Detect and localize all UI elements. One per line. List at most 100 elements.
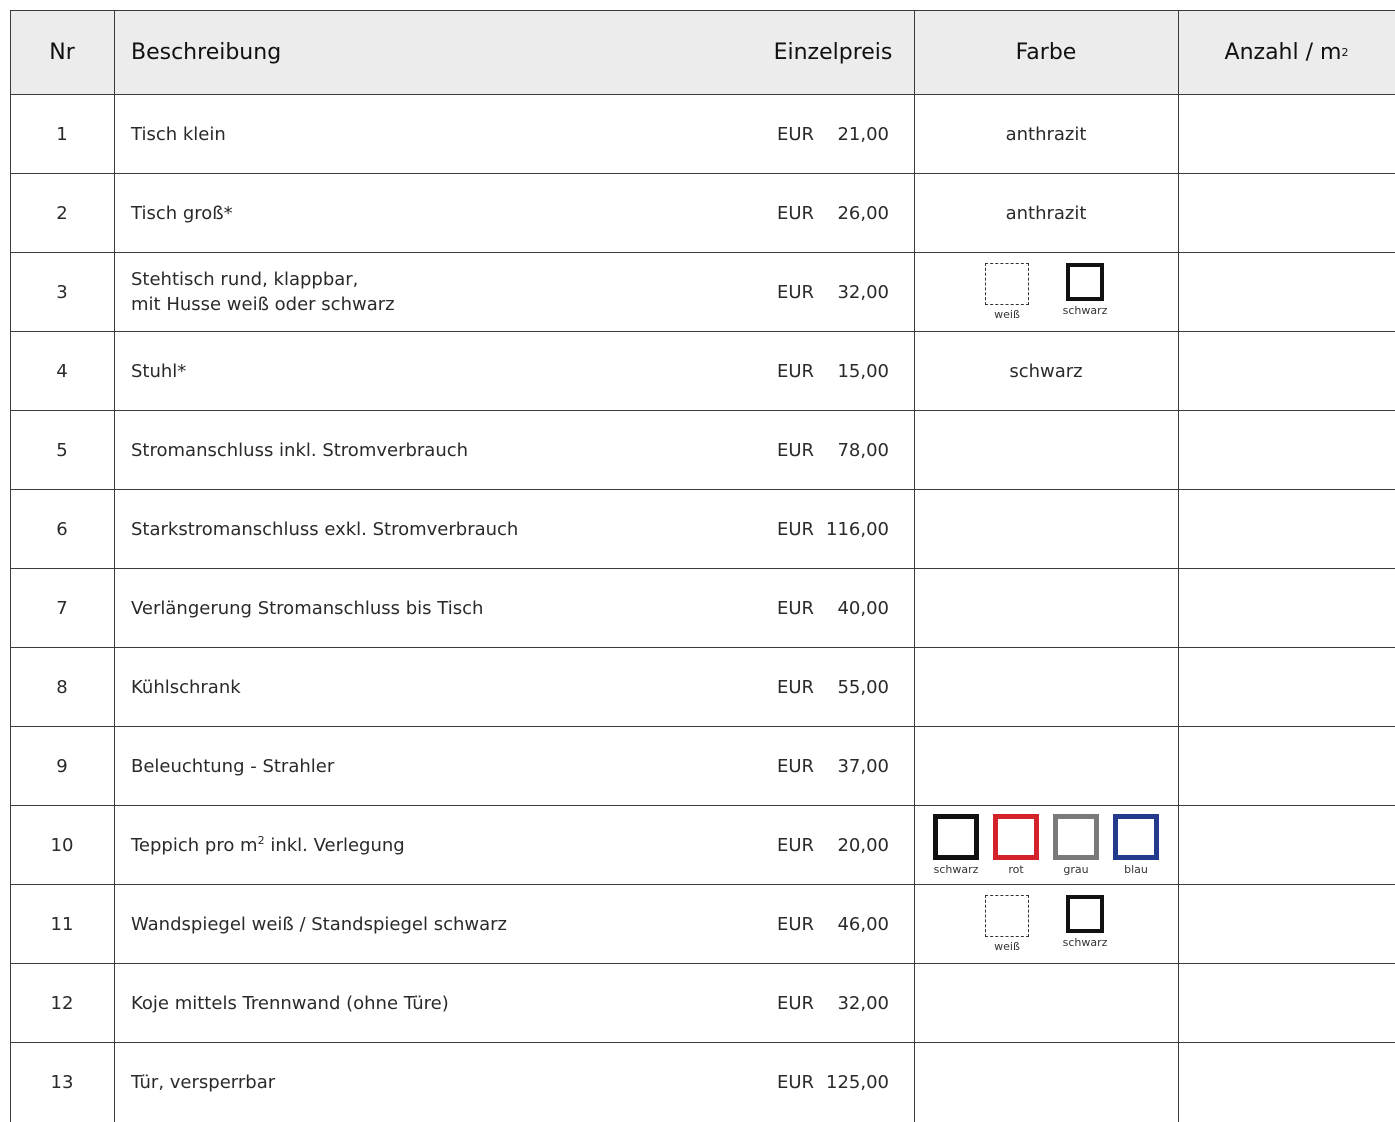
table-row: 11 Wandspiegel weiß / Standspiegel schwar… (10, 884, 1395, 963)
table-row: 12 Koje mittels Trennwand (ohne Türe) EUR 3… (10, 963, 1395, 1042)
row-anzahl[interactable] (1178, 569, 1395, 647)
row-description: Tisch groß* (131, 202, 233, 224)
row-price-value: 78,00 (837, 439, 889, 461)
color-swatch[interactable]: weiß (968, 895, 1046, 953)
row-nr: 2 (56, 202, 68, 224)
row-description: Tür, versperrbar (131, 1071, 276, 1093)
row-anzahl[interactable] (1178, 332, 1395, 410)
row-nr: 13 (50, 1071, 74, 1093)
color-swatch[interactable]: schwarz (1046, 895, 1124, 953)
row-currency: EUR (777, 676, 815, 698)
row-anzahl[interactable] (1178, 727, 1395, 805)
row-anzahl[interactable] (1178, 806, 1395, 884)
table-row: 7 Verlängerung Stromanschluss bis Tisch EU… (10, 568, 1395, 647)
row-currency: EUR (777, 281, 815, 303)
row-farbe (914, 411, 1178, 489)
row-currency: EUR (777, 439, 815, 461)
row-nr: 7 (56, 597, 68, 619)
row-farbe (914, 727, 1178, 805)
row-anzahl[interactable] (1178, 174, 1395, 252)
color-swatch[interactable]: blau (1106, 814, 1166, 876)
color-swatch-box[interactable] (985, 263, 1029, 305)
color-swatch-label: grau (1063, 863, 1089, 876)
row-farbe: anthrazit (1005, 123, 1087, 145)
row-farbe: weiß schwarz (914, 885, 1178, 963)
row-price-value: 21,00 (837, 123, 889, 145)
row-price-value: 55,00 (837, 676, 889, 698)
color-swatch-box[interactable] (985, 895, 1029, 937)
row-price-value: 32,00 (837, 992, 889, 1014)
row-price-value: 37,00 (837, 755, 889, 777)
row-currency: EUR (777, 202, 815, 224)
row-currency: EUR (777, 834, 815, 856)
color-swatch-box[interactable] (993, 814, 1039, 860)
row-anzahl[interactable] (1178, 1043, 1395, 1121)
color-swatch-box[interactable] (933, 814, 979, 860)
row-price: EUR 78,00 (752, 411, 914, 489)
row-nr: 5 (56, 439, 68, 461)
color-swatch[interactable]: rot (986, 814, 1046, 876)
table-row: 8 Kühlschrank EUR 55,00 (10, 647, 1395, 726)
row-anzahl[interactable] (1178, 964, 1395, 1042)
table-row: 2 Tisch groß* EUR 26,00 anthrazit (10, 173, 1395, 252)
row-price-value: 46,00 (837, 913, 889, 935)
color-swatch-label: weiß (994, 308, 1020, 321)
color-swatch-label: rot (1008, 863, 1024, 876)
row-price: EUR 32,00 (752, 253, 914, 331)
table-row: 4 Stuhl* EUR 15,00 schwarz (10, 331, 1395, 410)
row-price: EUR 21,00 (752, 95, 914, 173)
row-nr: 8 (56, 676, 68, 698)
color-swatch[interactable]: schwarz (926, 814, 986, 876)
row-currency: EUR (777, 1071, 815, 1093)
color-swatch-box[interactable] (1053, 814, 1099, 860)
table-border-left (10, 10, 11, 1122)
color-swatch-box[interactable] (1113, 814, 1159, 860)
row-farbe (914, 1043, 1178, 1121)
header-einzelpreis: Einzelpreis (773, 40, 893, 65)
row-nr: 12 (50, 992, 74, 1014)
row-description: Beleuchtung - Strahler (131, 755, 335, 777)
row-description-sup: 2 (257, 833, 265, 847)
color-swatch[interactable]: weiß (968, 263, 1046, 321)
row-anzahl[interactable] (1178, 95, 1395, 173)
row-nr: 11 (50, 913, 74, 935)
row-currency: EUR (777, 518, 815, 540)
row-description: Stromanschluss inkl. Stromverbrauch (131, 439, 469, 461)
row-anzahl[interactable] (1178, 253, 1395, 331)
table-row: 1 Tisch klein EUR 21,00 anthrazit (10, 94, 1395, 173)
row-currency: EUR (777, 992, 815, 1014)
row-price: EUR 20,00 (752, 806, 914, 884)
row-farbe: anthrazit (1005, 202, 1087, 224)
row-description: Stuhl* (131, 360, 187, 382)
color-swatch[interactable]: grau (1046, 814, 1106, 876)
header-beschreibung: Beschreibung (131, 40, 282, 65)
row-anzahl[interactable] (1178, 648, 1395, 726)
row-price: EUR 26,00 (752, 174, 914, 252)
row-farbe (914, 490, 1178, 568)
row-description: Starkstromanschluss exkl. Stromverbrauch (131, 518, 519, 540)
row-price: EUR 15,00 (752, 332, 914, 410)
row-price: EUR 40,00 (752, 569, 914, 647)
row-description-text: inkl. Verlegung (264, 834, 405, 856)
row-price-value: 32,00 (837, 281, 889, 303)
row-description: Teppich pro m2 inkl. Verlegung (114, 806, 752, 884)
color-swatch[interactable]: schwarz (1046, 263, 1124, 321)
row-anzahl[interactable] (1178, 490, 1395, 568)
row-currency: EUR (777, 597, 815, 619)
color-swatch-label: weiß (994, 940, 1020, 953)
row-farbe: schwarz (1009, 360, 1083, 382)
row-price: EUR 37,00 (752, 727, 914, 805)
row-price-value: 26,00 (837, 202, 889, 224)
row-description-line: mit Husse weiß oder schwarz (131, 294, 395, 315)
table-row: 6 Starkstromanschluss exkl. Stromverbrauc… (10, 489, 1395, 568)
row-anzahl[interactable] (1178, 885, 1395, 963)
row-nr: 9 (56, 755, 68, 777)
row-currency: EUR (777, 913, 815, 935)
color-swatch-box[interactable] (1066, 263, 1104, 301)
row-farbe: schwarz rot grau blau (914, 806, 1178, 884)
row-farbe: weiß schwarz (914, 253, 1178, 331)
row-anzahl[interactable] (1178, 411, 1395, 489)
column-divider (114, 10, 115, 1122)
color-swatch-box[interactable] (1066, 895, 1104, 933)
row-farbe (914, 648, 1178, 726)
